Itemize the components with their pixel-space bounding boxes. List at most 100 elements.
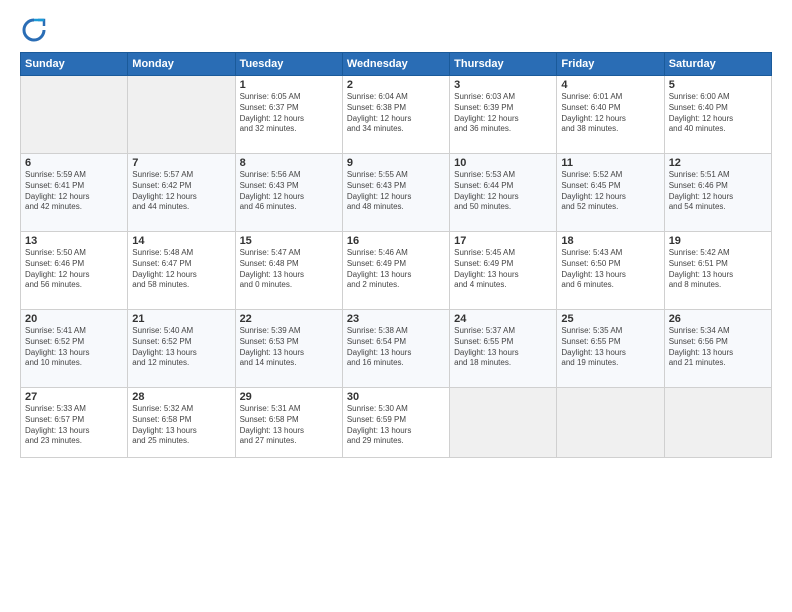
day-number: 16 (347, 235, 445, 247)
day-number: 12 (669, 157, 767, 169)
day-info: Sunrise: 5:30 AM Sunset: 6:59 PM Dayligh… (347, 404, 445, 447)
day-info: Sunrise: 5:37 AM Sunset: 6:55 PM Dayligh… (454, 326, 552, 369)
day-info: Sunrise: 6:04 AM Sunset: 6:38 PM Dayligh… (347, 92, 445, 135)
day-number: 11 (561, 157, 659, 169)
calendar-cell: 2Sunrise: 6:04 AM Sunset: 6:38 PM Daylig… (342, 76, 449, 154)
calendar-cell: 26Sunrise: 5:34 AM Sunset: 6:56 PM Dayli… (664, 310, 771, 388)
day-number: 23 (347, 313, 445, 325)
day-info: Sunrise: 5:33 AM Sunset: 6:57 PM Dayligh… (25, 404, 123, 447)
calendar-cell: 8Sunrise: 5:56 AM Sunset: 6:43 PM Daylig… (235, 154, 342, 232)
day-number: 20 (25, 313, 123, 325)
calendar-cell: 4Sunrise: 6:01 AM Sunset: 6:40 PM Daylig… (557, 76, 664, 154)
day-info: Sunrise: 6:01 AM Sunset: 6:40 PM Dayligh… (561, 92, 659, 135)
calendar-day-header: Thursday (450, 53, 557, 76)
day-number: 2 (347, 79, 445, 91)
day-number: 24 (454, 313, 552, 325)
calendar-cell: 16Sunrise: 5:46 AM Sunset: 6:49 PM Dayli… (342, 232, 449, 310)
day-number: 28 (132, 391, 230, 403)
day-info: Sunrise: 5:57 AM Sunset: 6:42 PM Dayligh… (132, 170, 230, 213)
calendar-cell (664, 388, 771, 458)
calendar-cell: 12Sunrise: 5:51 AM Sunset: 6:46 PM Dayli… (664, 154, 771, 232)
calendar-cell: 28Sunrise: 5:32 AM Sunset: 6:58 PM Dayli… (128, 388, 235, 458)
day-info: Sunrise: 6:05 AM Sunset: 6:37 PM Dayligh… (240, 92, 338, 135)
day-info: Sunrise: 5:42 AM Sunset: 6:51 PM Dayligh… (669, 248, 767, 291)
calendar-cell (557, 388, 664, 458)
day-number: 8 (240, 157, 338, 169)
calendar-cell: 20Sunrise: 5:41 AM Sunset: 6:52 PM Dayli… (21, 310, 128, 388)
calendar-cell (21, 76, 128, 154)
calendar-cell (450, 388, 557, 458)
calendar-cell (128, 76, 235, 154)
day-number: 17 (454, 235, 552, 247)
calendar-cell: 14Sunrise: 5:48 AM Sunset: 6:47 PM Dayli… (128, 232, 235, 310)
day-number: 22 (240, 313, 338, 325)
calendar-table: SundayMondayTuesdayWednesdayThursdayFrid… (20, 52, 772, 458)
calendar-cell: 29Sunrise: 5:31 AM Sunset: 6:58 PM Dayli… (235, 388, 342, 458)
day-info: Sunrise: 5:50 AM Sunset: 6:46 PM Dayligh… (25, 248, 123, 291)
day-number: 10 (454, 157, 552, 169)
day-info: Sunrise: 5:55 AM Sunset: 6:43 PM Dayligh… (347, 170, 445, 213)
day-number: 9 (347, 157, 445, 169)
day-info: Sunrise: 5:38 AM Sunset: 6:54 PM Dayligh… (347, 326, 445, 369)
calendar-cell: 17Sunrise: 5:45 AM Sunset: 6:49 PM Dayli… (450, 232, 557, 310)
day-info: Sunrise: 5:59 AM Sunset: 6:41 PM Dayligh… (25, 170, 123, 213)
calendar-cell: 23Sunrise: 5:38 AM Sunset: 6:54 PM Dayli… (342, 310, 449, 388)
day-number: 15 (240, 235, 338, 247)
calendar-day-header: Sunday (21, 53, 128, 76)
day-number: 5 (669, 79, 767, 91)
page: SundayMondayTuesdayWednesdayThursdayFrid… (0, 0, 792, 612)
day-info: Sunrise: 5:32 AM Sunset: 6:58 PM Dayligh… (132, 404, 230, 447)
day-info: Sunrise: 5:43 AM Sunset: 6:50 PM Dayligh… (561, 248, 659, 291)
calendar-cell: 24Sunrise: 5:37 AM Sunset: 6:55 PM Dayli… (450, 310, 557, 388)
day-number: 1 (240, 79, 338, 91)
calendar-cell: 19Sunrise: 5:42 AM Sunset: 6:51 PM Dayli… (664, 232, 771, 310)
calendar-cell: 21Sunrise: 5:40 AM Sunset: 6:52 PM Dayli… (128, 310, 235, 388)
calendar-cell: 13Sunrise: 5:50 AM Sunset: 6:46 PM Dayli… (21, 232, 128, 310)
day-info: Sunrise: 5:52 AM Sunset: 6:45 PM Dayligh… (561, 170, 659, 213)
calendar-cell: 5Sunrise: 6:00 AM Sunset: 6:40 PM Daylig… (664, 76, 771, 154)
day-number: 26 (669, 313, 767, 325)
calendar-cell: 1Sunrise: 6:05 AM Sunset: 6:37 PM Daylig… (235, 76, 342, 154)
calendar-day-header: Saturday (664, 53, 771, 76)
day-number: 27 (25, 391, 123, 403)
day-number: 18 (561, 235, 659, 247)
day-info: Sunrise: 5:34 AM Sunset: 6:56 PM Dayligh… (669, 326, 767, 369)
day-number: 4 (561, 79, 659, 91)
day-number: 30 (347, 391, 445, 403)
day-number: 14 (132, 235, 230, 247)
day-info: Sunrise: 5:46 AM Sunset: 6:49 PM Dayligh… (347, 248, 445, 291)
calendar-day-header: Monday (128, 53, 235, 76)
logo-icon (20, 16, 48, 44)
day-number: 25 (561, 313, 659, 325)
day-info: Sunrise: 5:45 AM Sunset: 6:49 PM Dayligh… (454, 248, 552, 291)
day-info: Sunrise: 5:56 AM Sunset: 6:43 PM Dayligh… (240, 170, 338, 213)
calendar-cell: 9Sunrise: 5:55 AM Sunset: 6:43 PM Daylig… (342, 154, 449, 232)
calendar-cell: 11Sunrise: 5:52 AM Sunset: 6:45 PM Dayli… (557, 154, 664, 232)
day-number: 29 (240, 391, 338, 403)
day-number: 19 (669, 235, 767, 247)
day-info: Sunrise: 5:31 AM Sunset: 6:58 PM Dayligh… (240, 404, 338, 447)
day-info: Sunrise: 5:41 AM Sunset: 6:52 PM Dayligh… (25, 326, 123, 369)
day-info: Sunrise: 5:48 AM Sunset: 6:47 PM Dayligh… (132, 248, 230, 291)
calendar-cell: 10Sunrise: 5:53 AM Sunset: 6:44 PM Dayli… (450, 154, 557, 232)
calendar-cell: 7Sunrise: 5:57 AM Sunset: 6:42 PM Daylig… (128, 154, 235, 232)
day-number: 6 (25, 157, 123, 169)
calendar-cell: 3Sunrise: 6:03 AM Sunset: 6:39 PM Daylig… (450, 76, 557, 154)
day-info: Sunrise: 6:00 AM Sunset: 6:40 PM Dayligh… (669, 92, 767, 135)
calendar-day-header: Friday (557, 53, 664, 76)
day-number: 13 (25, 235, 123, 247)
header (20, 16, 772, 44)
calendar-day-header: Tuesday (235, 53, 342, 76)
day-info: Sunrise: 6:03 AM Sunset: 6:39 PM Dayligh… (454, 92, 552, 135)
logo (20, 16, 52, 44)
calendar-cell: 15Sunrise: 5:47 AM Sunset: 6:48 PM Dayli… (235, 232, 342, 310)
calendar-cell: 30Sunrise: 5:30 AM Sunset: 6:59 PM Dayli… (342, 388, 449, 458)
calendar-cell: 27Sunrise: 5:33 AM Sunset: 6:57 PM Dayli… (21, 388, 128, 458)
calendar-cell: 18Sunrise: 5:43 AM Sunset: 6:50 PM Dayli… (557, 232, 664, 310)
day-number: 3 (454, 79, 552, 91)
calendar-cell: 22Sunrise: 5:39 AM Sunset: 6:53 PM Dayli… (235, 310, 342, 388)
day-info: Sunrise: 5:40 AM Sunset: 6:52 PM Dayligh… (132, 326, 230, 369)
day-info: Sunrise: 5:47 AM Sunset: 6:48 PM Dayligh… (240, 248, 338, 291)
calendar-day-header: Wednesday (342, 53, 449, 76)
day-number: 21 (132, 313, 230, 325)
